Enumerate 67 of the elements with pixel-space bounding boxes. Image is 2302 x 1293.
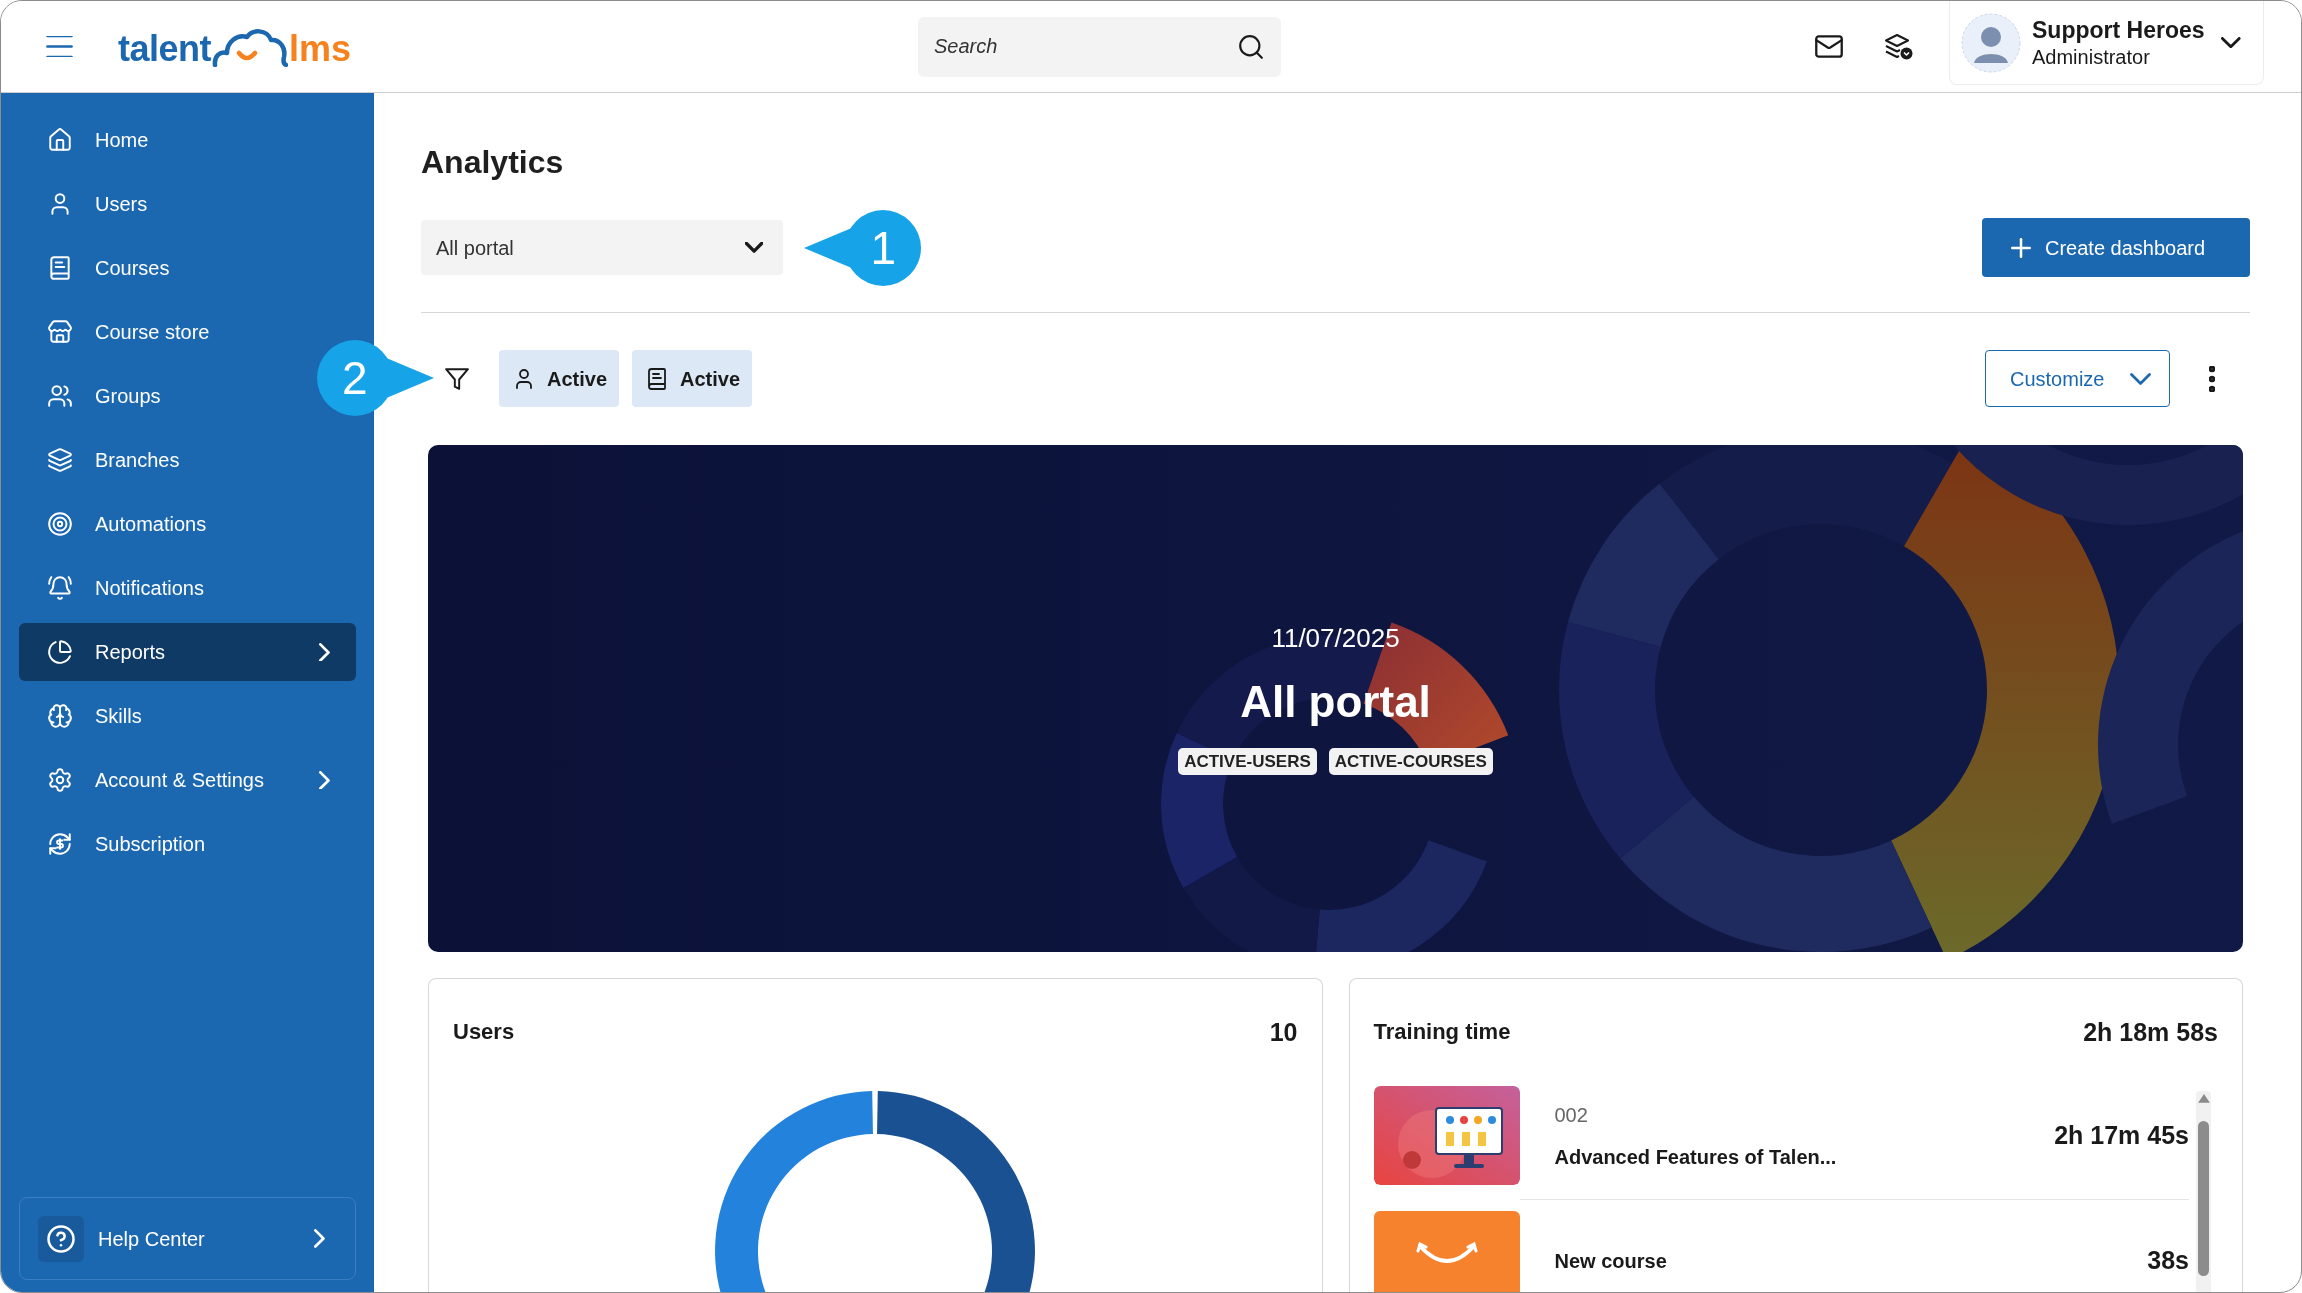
nav-item[interactable]: Course store	[19, 303, 230, 361]
nav-item[interactable]: Home	[19, 111, 169, 169]
course-time: 38s	[2147, 1244, 2189, 1276]
customize-button[interactable]: Customize	[1985, 350, 2170, 407]
course-name[interactable]: Advanced Features of Talen...	[1554, 1141, 1837, 1172]
nav-item[interactable]: Courses	[19, 239, 190, 297]
banner-title: All portal	[1240, 676, 1431, 728]
mail-icon[interactable]	[1815, 35, 1843, 58]
help-center-button[interactable]: Help Center	[19, 1197, 356, 1280]
dollar-refresh-icon	[47, 831, 73, 857]
nav-item[interactable]: Groups	[19, 367, 181, 425]
target-icon	[47, 511, 73, 537]
smile-icon	[1415, 1242, 1478, 1266]
scrollbar-thumb[interactable]	[2198, 1120, 2209, 1276]
home-icon	[47, 127, 73, 153]
scrollbar[interactable]	[2196, 1091, 2211, 1292]
user-role: Administrator	[2032, 44, 2151, 70]
scroll-up-icon[interactable]	[2197, 1094, 2210, 1103]
settings-icon	[47, 767, 73, 793]
nav-item[interactable]: Reports	[19, 623, 356, 681]
widget-title: Training time	[1373, 1018, 1511, 1046]
nav-item[interactable]: Users	[19, 175, 168, 233]
nav-item[interactable]: Automations	[19, 495, 227, 553]
widget-value: 2h 18m 58s	[2083, 1018, 2218, 1046]
brain-icon	[47, 703, 73, 729]
filter-chip[interactable]: Active	[499, 350, 620, 407]
users-icon	[47, 383, 73, 409]
banner-date: 11/07/2025	[1271, 622, 1400, 654]
filter-icon[interactable]	[445, 367, 469, 390]
cloud-logo-icon	[212, 26, 288, 67]
create-dashboard-button[interactable]: Create dashboard	[1982, 218, 2250, 277]
store-icon	[47, 319, 73, 345]
nav-item[interactable]: Subscription	[19, 815, 226, 873]
nav-item[interactable]: Branches	[19, 431, 200, 489]
nav-item[interactable]: Account & Settings	[19, 751, 356, 809]
chevron-down-icon	[744, 242, 763, 253]
avatar	[1961, 12, 2021, 73]
tag: ACTIVE-COURSES	[1328, 748, 1493, 775]
user-name: Support Heroes	[2032, 15, 2205, 44]
menu-icon[interactable]	[46, 36, 73, 57]
dashboard-select[interactable]: All portal	[421, 220, 783, 275]
more-icon[interactable]	[2209, 365, 2215, 392]
filter-chip[interactable]: Active	[632, 350, 753, 407]
widget-value: 10	[1269, 1018, 1298, 1046]
chevron-down-icon	[2221, 36, 2241, 49]
page-title: Analytics	[421, 143, 565, 182]
nav-item[interactable]: Notifications	[19, 559, 224, 617]
plus-icon	[2011, 237, 2031, 258]
user-menu[interactable]: Support Heroes Administrator	[1949, 1, 2264, 85]
bell-icon	[47, 575, 73, 601]
help-icon	[38, 1215, 84, 1262]
layers-icon[interactable]	[1885, 32, 1913, 61]
pie-chart-icon	[47, 639, 73, 665]
chevron-down-icon	[2130, 372, 2151, 385]
book-icon	[47, 255, 73, 281]
layers-icon	[47, 447, 73, 473]
course-time: 2h 17m 45s	[2054, 1119, 2189, 1151]
course-name[interactable]: New course	[1554, 1245, 1667, 1276]
widget-title: Users	[453, 1018, 515, 1046]
logo-text: lms	[289, 30, 352, 67]
nav-item[interactable]: Skills	[19, 687, 162, 745]
course-code: 002	[1554, 1102, 1589, 1128]
search-field[interactable]: Search	[918, 16, 1281, 77]
logo-text: talent	[118, 30, 211, 67]
tag: ACTIVE-USERS	[1178, 748, 1317, 775]
search-icon[interactable]	[1239, 34, 1263, 59]
chevron-right-icon	[314, 1229, 325, 1248]
